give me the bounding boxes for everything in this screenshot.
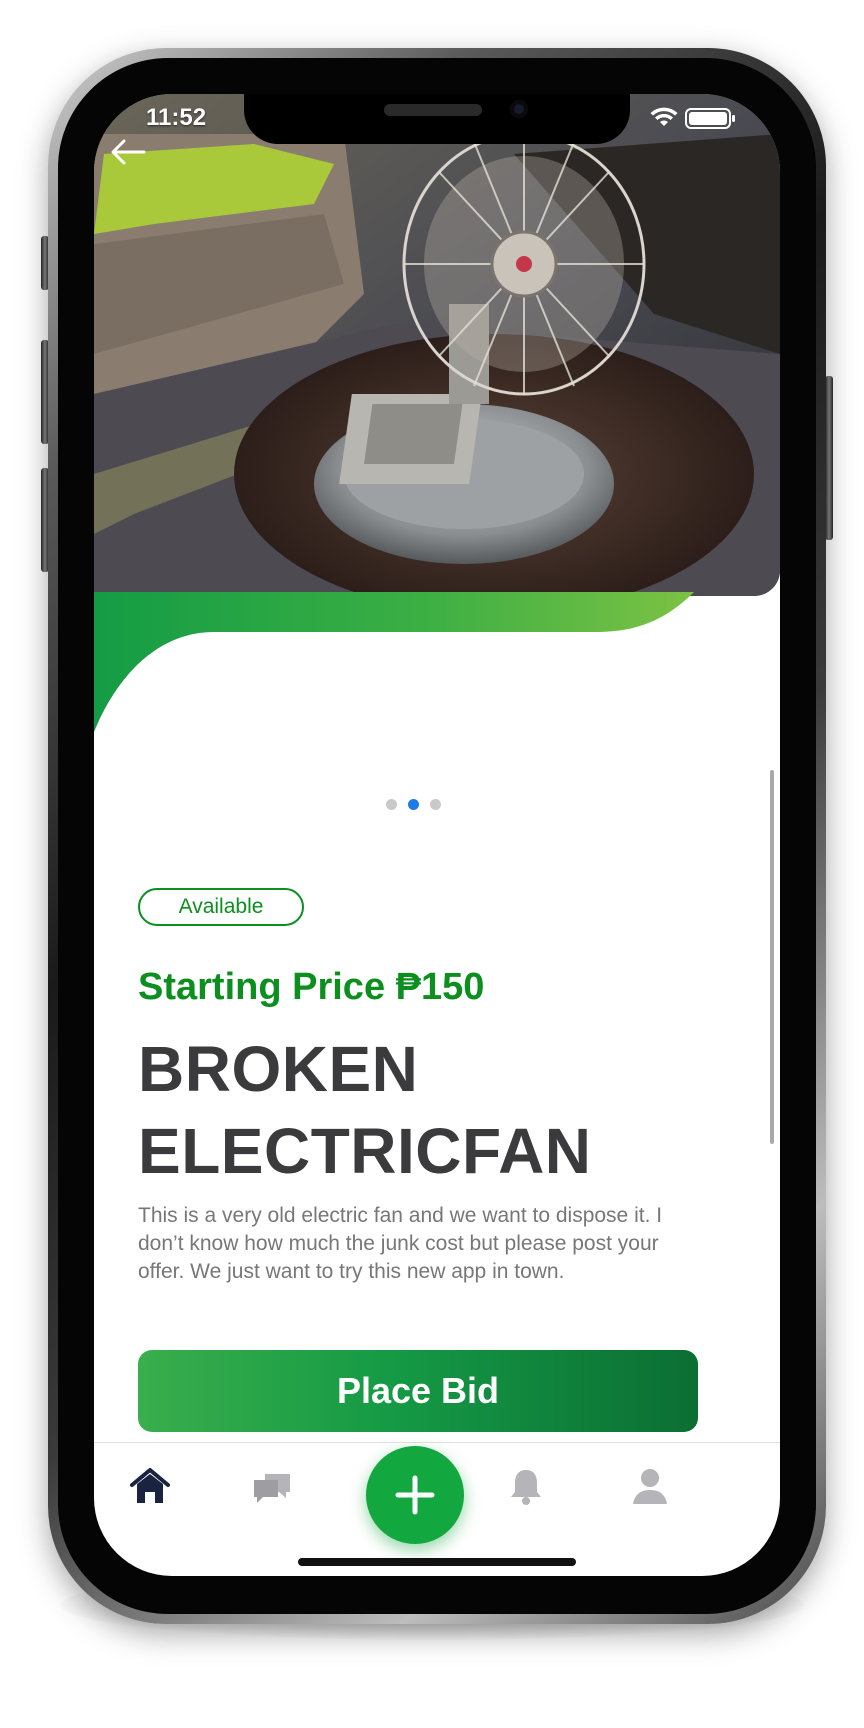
add-listing-button[interactable] [366,1446,464,1544]
pagination-dot-1[interactable] [386,799,397,810]
chat-icon[interactable] [248,1462,296,1510]
listing-title: BROKEN ELECTRICFAN [138,1028,758,1192]
image-pagination[interactable] [384,796,494,812]
wifi-icon [650,107,678,126]
tab-bar-divider [94,1442,780,1443]
pagination-dot-2-active[interactable] [408,799,419,810]
status-time: 11:52 [146,104,207,131]
home-indicator[interactable] [298,1558,576,1566]
scrollbar[interactable] [770,770,774,1144]
status-icons [650,107,735,129]
listing-title-line-1: BROKEN [138,1033,419,1105]
earpiece-speaker [384,104,482,116]
electric-fan-photo [94,94,780,596]
product-photo[interactable] [94,94,780,596]
place-bid-button[interactable]: Place Bid [138,1350,698,1432]
battery-icon [685,108,735,129]
app-screen: 11:52 Available Starting Price ₱150 BROK… [94,94,780,1576]
availability-badge: Available [138,888,304,926]
starting-price: Starting Price ₱150 [138,966,485,1008]
profile-icon[interactable] [626,1462,674,1510]
add-icon [395,1475,435,1515]
power-button [825,376,833,540]
back-arrow-icon[interactable] [106,134,150,170]
home-icon[interactable] [126,1462,174,1510]
device-mockup: 11:52 Available Starting Price ₱150 BROK… [0,0,864,1728]
listing-description: This is a very old electric fan and we w… [138,1204,663,1283]
listing-title-line-2: ELECTRICFAN [138,1115,592,1187]
device-notch [244,94,630,144]
green-wave-decoration [94,592,694,732]
pagination-dot-3[interactable] [430,799,441,810]
bell-icon[interactable] [502,1462,550,1510]
front-camera [510,100,528,118]
